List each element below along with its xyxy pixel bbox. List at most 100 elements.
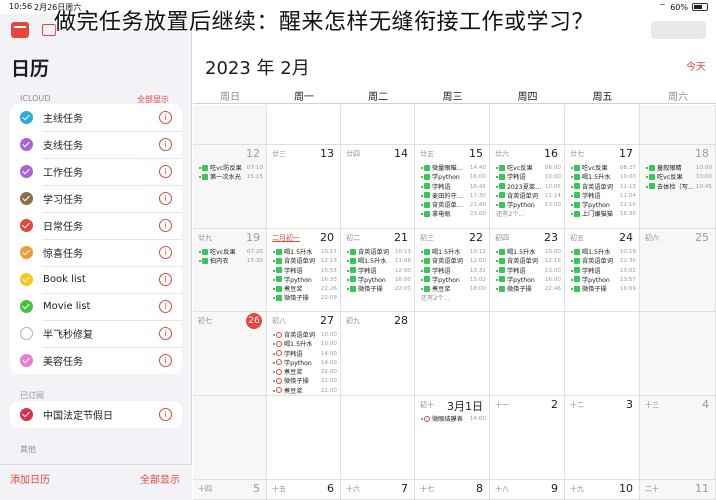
day-cell[interactable]	[565, 312, 640, 396]
info-icon[interactable]: i	[159, 219, 172, 232]
event-item[interactable]: 背英语单词 12:13	[568, 183, 636, 192]
event-item[interactable]: 背英语单词 12:13	[270, 257, 337, 266]
info-icon[interactable]: i	[159, 138, 172, 151]
day-cell[interactable]: 十五 6	[267, 480, 341, 500]
event-item[interactable]: 上门嫌猫猫 16:30	[568, 210, 636, 219]
event-item[interactable]: 学python 12:10	[568, 201, 636, 210]
more-events-link[interactable]: 还有2个…	[418, 294, 486, 303]
day-cell[interactable]: 廿六 16 吃vc反果 08:00 学韩语 10:00 2023夏菜… 10:05 背英语单词 1…	[490, 145, 565, 229]
calendar-checkbox[interactable]	[20, 219, 33, 232]
event-item[interactable]: 微筷子操 22:00	[344, 285, 411, 294]
event-item[interactable]: 吃vc反果 08:00	[493, 164, 561, 173]
day-cell[interactable]: 廿三 13	[267, 145, 341, 229]
event-item[interactable]: 吃vc反果 08:27	[568, 164, 636, 173]
day-cell[interactable]: 廿九 19 吃vc反果 07:20 拍内衣 15:30	[193, 229, 267, 312]
day-cell[interactable]: 初五 24 喝1.5升水 10:19 背英语单词 12:30 学韩语 13:02 学python…	[565, 229, 640, 312]
day-cell[interactable]: 初二 21 背英语单词 10:13 喝1.5升水 11:08 学韩语 12:00 学python…	[341, 229, 415, 312]
day-cell[interactable]: 十一 2	[490, 396, 565, 480]
calendar-list-item[interactable]: Movie list i	[10, 293, 182, 320]
event-item[interactable]: 学python 13:00	[493, 201, 561, 210]
event-item[interactable]: 吃vc防反果 07:10	[196, 164, 263, 173]
day-cell[interactable]	[193, 105, 267, 145]
info-icon[interactable]: i	[159, 354, 172, 367]
event-item[interactable]: 2023夏菜… 10:05	[493, 183, 561, 192]
calendar-checkbox[interactable]	[20, 138, 33, 151]
day-cell[interactable]	[267, 396, 341, 480]
event-item[interactable]: 背英语单词 10:00	[270, 331, 337, 340]
event-item[interactable]: 学python 16:00	[344, 276, 411, 285]
day-cell[interactable]: 二十 11	[640, 480, 716, 500]
event-item[interactable]: 煮豆浆 22:26	[270, 285, 337, 294]
info-icon[interactable]: i	[159, 327, 172, 340]
day-cell[interactable]	[565, 105, 640, 145]
day-cell[interactable]	[640, 105, 716, 145]
day-cell[interactable]: 十四 5	[193, 480, 267, 500]
day-cell[interactable]: 初七 26	[193, 312, 267, 396]
calendar-checkbox[interactable]	[20, 408, 33, 421]
event-item[interactable]: 喝1.5升水 11:08	[344, 257, 411, 266]
event-item[interactable]: 学python 16:00	[493, 276, 561, 285]
calendar-checkbox[interactable]	[20, 165, 33, 178]
calendar-list-item[interactable]: 半飞秒修复 i	[10, 320, 182, 347]
day-cell[interactable]: 十六 7	[341, 480, 415, 500]
day-cell[interactable]: 廿七 17 吃vc反果 08:27 喝1.5升水 10:00 背英语单词 12:13 学韩语 11…	[565, 145, 640, 229]
calendar-checkbox[interactable]	[20, 246, 33, 259]
day-cell[interactable]	[267, 105, 341, 145]
day-cell[interactable]	[415, 105, 490, 145]
event-item[interactable]: 背英语单词 11:14	[493, 192, 561, 201]
calendar-list-item[interactable]: 中国法定节假日 i	[10, 401, 182, 428]
show-all-bottom-button[interactable]: 全部显示	[140, 471, 180, 486]
calendar-checkbox[interactable]	[20, 300, 33, 313]
event-item[interactable]: 学韩语 13:32	[418, 267, 486, 276]
day-cell[interactable]: 初四 23 喝1.5升水 10:00 背英语单词 12:16 学韩语 13:00 学python…	[490, 229, 565, 312]
event-item[interactable]: 学python 14:00	[270, 359, 337, 368]
day-cell[interactable]: 初三 22 喝1.5升水 10:12 背英语单词 12:00 学韩语 13:32 学python…	[415, 229, 490, 312]
day-cell[interactable]: 十九 10	[565, 480, 640, 500]
day-cell[interactable]: 十二 3	[565, 396, 640, 480]
day-cell[interactable]	[341, 396, 415, 480]
day-cell[interactable]: 廿四 14	[341, 145, 415, 229]
event-item[interactable]: 喝1.5升水 10:17	[270, 248, 337, 257]
calendar-checkbox[interactable]	[20, 192, 33, 205]
day-cell[interactable]: 初八 27 背英语单词 10:00 喝1.5升水 10:00 学韩语 14:00 学python…	[267, 312, 341, 396]
info-icon[interactable]: i	[159, 192, 172, 205]
event-item[interactable]: 去体检（写… 10:45	[643, 183, 712, 192]
event-item[interactable]: 麦田的守… 17:30	[418, 192, 486, 201]
calendar-list-item[interactable]: 美容任务 i	[10, 347, 182, 374]
today-button[interactable]: 今天	[686, 58, 706, 73]
day-cell[interactable]	[341, 105, 415, 145]
day-cell[interactable]	[193, 396, 267, 480]
day-cell[interactable]: 12 吃vc防反果 07:10 第一次水光 15:15	[193, 145, 267, 229]
event-item[interactable]: 学python 13:57	[568, 276, 636, 285]
event-item[interactable]: 背英语单词 12:00	[418, 257, 486, 266]
event-item[interactable]: 背英语单词 12:16	[493, 257, 561, 266]
more-events-link[interactable]: 还有2个…	[493, 210, 561, 219]
calendar-list-item[interactable]: 工作任务 i	[10, 158, 182, 185]
event-item[interactable]: 学韩语 12:00	[344, 267, 411, 276]
event-item[interactable]: 微筷子操 22:00	[270, 377, 337, 386]
event-item[interactable]: 学python 16:33	[270, 276, 337, 285]
event-item[interactable]: 吃vc反果 10:00	[643, 173, 712, 182]
calendar-list-item[interactable]: Book list i	[10, 266, 182, 293]
day-cell[interactable]	[640, 312, 716, 396]
day-cell[interactable]: 初十 3月1日 微眼结膜表 14:00	[415, 396, 490, 480]
day-cell[interactable]: 廿五 15 微量眼瞄… 14:40 学python 16:00 学韩语 16:45 麦田的守… 1…	[415, 145, 490, 229]
event-item[interactable]: 拍内衣 15:30	[196, 257, 263, 266]
event-item[interactable]: 拿电瓶 23:00	[418, 210, 486, 219]
day-cell[interactable]: 十三 4	[640, 396, 716, 480]
day-cell[interactable]: 二月初一 20 喝1.5升水 10:17 背英语单词 12:13 学韩语 15:55 学pyth…	[267, 229, 341, 312]
calendar-icon[interactable]	[11, 22, 29, 38]
event-item[interactable]: 学韩语 16:45	[418, 183, 486, 192]
event-item[interactable]: 背英语单… 21:40	[418, 201, 486, 210]
event-item[interactable]: 微量眼瞄… 14:40	[418, 164, 486, 173]
day-cell[interactable]: 十七 8	[415, 480, 490, 500]
info-icon[interactable]: i	[159, 408, 172, 421]
event-item[interactable]: 学韩语 10:00	[493, 173, 561, 182]
event-item[interactable]: 微筷子操 22:09	[270, 294, 337, 303]
event-item[interactable]: 喝1.5升水 10:00	[270, 340, 337, 349]
calendar-list-item[interactable]: 日常任务 i	[10, 212, 182, 239]
event-item[interactable]: 吃vc反果 07:20	[196, 248, 263, 257]
event-item[interactable]: 微筷子操 22:46	[493, 285, 561, 294]
event-item[interactable]: 喝1.5升水 10:00	[493, 248, 561, 257]
add-calendar-button[interactable]: 添加日历	[10, 471, 50, 486]
